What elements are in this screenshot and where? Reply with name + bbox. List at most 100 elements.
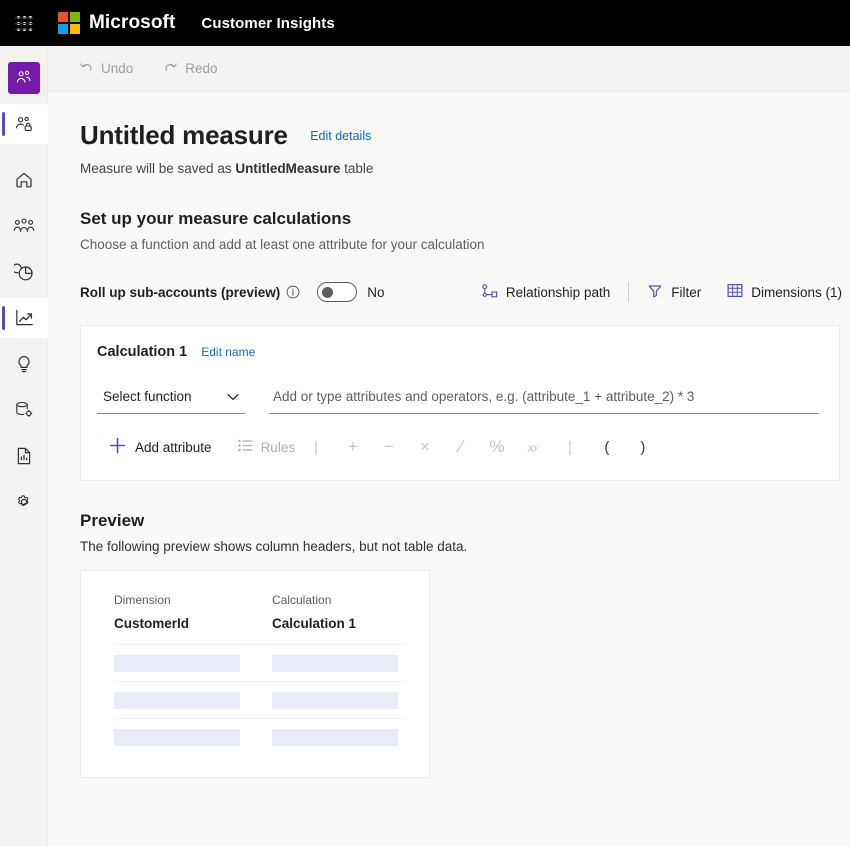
pie-chart-icon — [13, 263, 33, 280]
operator-toolbar: Add attribute Rules | + − × ∕ % x y | (… — [97, 432, 819, 462]
preview-column-header: Dimension — [114, 593, 171, 607]
filter-label: Filter — [671, 284, 702, 300]
skeleton-cell — [272, 691, 398, 709]
preview-column-header: Calculation — [272, 593, 332, 607]
relationship-path-button[interactable]: Relationship path — [473, 276, 618, 308]
power-exponent: y — [533, 442, 539, 452]
edit-name-link[interactable]: Edit name — [201, 345, 255, 359]
close-paren-operator[interactable]: ) — [625, 432, 661, 462]
skeleton-cell — [272, 654, 398, 672]
suite-header: Microsoft Customer Insights — [0, 0, 850, 46]
function-select[interactable]: Select function — [97, 384, 245, 414]
document-chart-icon — [17, 447, 31, 465]
setup-subheading: Choose a function and add at least one a… — [80, 237, 485, 252]
preview-column-dimension: Dimension CustomerId — [114, 593, 272, 631]
preview-table-card: Dimension CustomerId Calculation Calcula… — [80, 570, 430, 778]
brand-name: Microsoft — [89, 12, 176, 33]
microsoft-logo[interactable]: Microsoft — [58, 12, 175, 34]
table-grid-icon — [727, 283, 743, 301]
function-select-value: Select function — [103, 389, 192, 404]
skeleton-cell — [114, 728, 240, 746]
percent-operator[interactable]: % — [479, 432, 515, 462]
expression-field[interactable] — [269, 384, 819, 414]
minus-operator[interactable]: − — [371, 432, 407, 462]
sidebar-item-segments[interactable] — [0, 252, 48, 292]
main-content: Untitled measure Edit details Measure wi… — [48, 92, 850, 846]
rollup-toggle[interactable] — [317, 282, 358, 302]
preview-column-value: Calculation 1 — [272, 616, 357, 631]
sidebar-item-settings[interactable] — [0, 482, 48, 522]
table-row — [114, 644, 407, 681]
people-audience-icon — [16, 70, 31, 83]
trending-chart-icon — [15, 309, 33, 326]
chevron-down-icon — [227, 389, 239, 404]
add-attribute-label: Add attribute — [135, 439, 212, 455]
divide-operator[interactable]: ∕ — [443, 432, 479, 462]
expression-input[interactable] — [273, 389, 815, 404]
undo-label: Undo — [101, 61, 134, 76]
sidebar-item-customer-profiles[interactable] — [0, 104, 48, 144]
calculation-header: Calculation 1 Edit name — [97, 344, 819, 360]
add-attribute-button[interactable]: Add attribute — [107, 433, 214, 461]
operator-divider-right: | — [567, 438, 572, 456]
save-note-suffix: table — [340, 161, 374, 176]
database-gear-icon — [15, 401, 32, 417]
preview-placeholder-rows — [114, 644, 407, 755]
info-circle-icon[interactable] — [286, 285, 300, 299]
calculation-card: Calculation 1 Edit name Select function — [80, 325, 840, 481]
undo-button[interactable]: Undo — [68, 52, 144, 86]
redo-label: Redo — [185, 61, 218, 76]
undo-arrow-icon — [79, 60, 94, 77]
skeleton-cell — [272, 728, 398, 746]
preview-column-calculation: Calculation Calculation 1 — [272, 593, 407, 631]
operator-divider-left: | — [314, 438, 318, 456]
sidebar-item-data[interactable] — [0, 390, 48, 430]
sidebar-item-customers[interactable] — [0, 206, 48, 246]
save-note-prefix: Measure will be saved as — [80, 161, 236, 176]
rules-button[interactable]: Rules — [236, 435, 298, 459]
calculation-inputs: Select function — [97, 384, 819, 414]
page-title: Untitled measure — [80, 120, 288, 150]
power-operator[interactable]: xy — [515, 432, 551, 462]
relationship-path-label: Relationship path — [505, 284, 611, 300]
rules-label: Rules — [260, 439, 296, 455]
table-row — [114, 681, 407, 718]
dimensions-label: Dimensions (1) — [751, 284, 842, 300]
redo-button[interactable]: Redo — [152, 52, 228, 86]
preview-column-value: CustomerId — [114, 616, 190, 631]
preview-table-header: Dimension CustomerId Calculation Calcula… — [114, 593, 407, 631]
preview-heading: Preview — [80, 511, 145, 530]
save-note-table: UntitledMeasure — [235, 161, 341, 176]
skeleton-cell — [114, 654, 240, 672]
redo-arrow-icon — [163, 60, 178, 77]
toggle-knob — [322, 287, 334, 298]
left-navigation-rail — [0, 16, 48, 846]
hamburger-menu-icon[interactable] — [0, 0, 48, 46]
home-icon — [16, 172, 32, 188]
sidebar-item-insights[interactable] — [0, 344, 48, 384]
edit-details-link[interactable]: Edit details — [310, 129, 371, 143]
table-row — [114, 718, 407, 755]
filter-funnel-icon — [647, 283, 663, 302]
sidebar-item-reports[interactable] — [0, 436, 48, 476]
options-toolbar: Relationship path Filter Dimensions (1) — [473, 276, 850, 308]
app-title: Customer Insights — [201, 14, 335, 32]
gear-icon — [18, 495, 29, 506]
save-note: Measure will be saved as UntitledMeasure… — [80, 161, 850, 176]
sidebar-item-home[interactable] — [0, 160, 48, 200]
open-paren-operator[interactable]: ( — [589, 432, 625, 462]
sidebar-item-audience-insights[interactable] — [0, 58, 48, 98]
skeleton-cell — [114, 691, 240, 709]
lightbulb-icon — [18, 356, 30, 373]
options-row: Roll up sub-accounts (preview) No Relati… — [80, 276, 850, 308]
dimensions-button[interactable]: Dimensions (1) — [719, 276, 850, 308]
page-title-row: Untitled measure Edit details — [80, 120, 850, 151]
multiply-operator[interactable]: × — [407, 432, 443, 462]
plus-operator[interactable]: + — [335, 432, 371, 462]
sidebar-item-measures[interactable] — [0, 298, 48, 338]
preview-subheading: The following preview shows column heade… — [80, 539, 468, 554]
rollup-toggle-state: No — [367, 284, 385, 300]
filter-button[interactable]: Filter — [639, 276, 709, 308]
calculation-title: Calculation 1 — [97, 344, 188, 360]
people-lock-icon — [15, 116, 32, 131]
